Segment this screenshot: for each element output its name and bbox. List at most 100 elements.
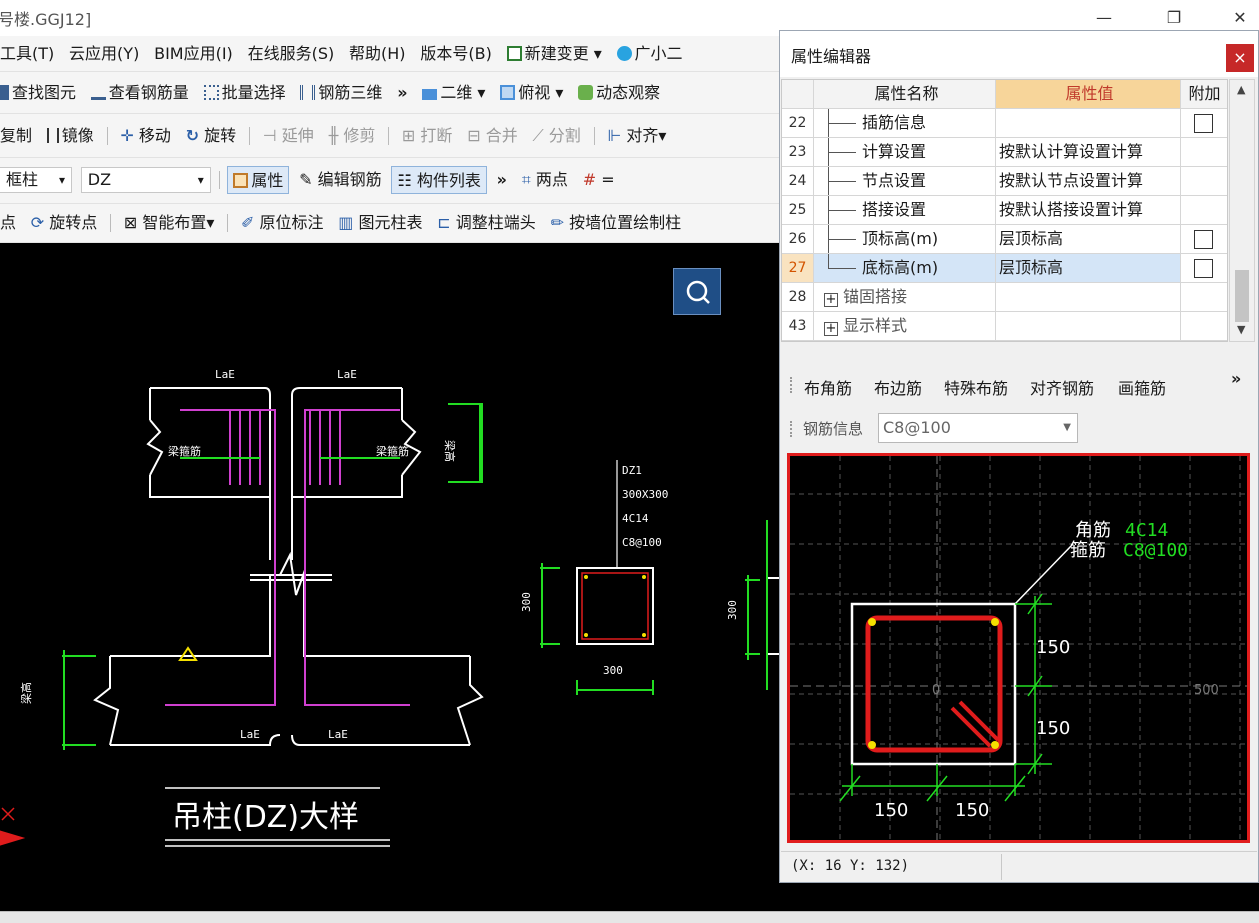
break-button[interactable]: ⊞ 打断: [397, 122, 458, 150]
property-name-cell[interactable]: 计算设置: [814, 138, 996, 166]
new-change-button[interactable]: 新建变更 ▾: [502, 40, 607, 68]
property-row[interactable]: 28 + 锚固搭接: [782, 283, 1227, 312]
scroll-up-icon[interactable]: ▲: [1237, 83, 1245, 96]
break-icon: ⊞: [401, 126, 416, 145]
toolbar-overflow-chevron[interactable]: »: [392, 79, 412, 107]
extra-cell: [1181, 225, 1227, 253]
assistant-button[interactable]: 广小二: [612, 40, 688, 68]
draw-stirrup-button[interactable]: 画箍筋: [1118, 375, 1166, 399]
batch-select-button[interactable]: 批量选择: [199, 79, 291, 107]
component-type-select[interactable]: ▾ 框柱: [0, 167, 72, 193]
property-value[interactable]: 按默认搭接设置计算: [996, 196, 1181, 224]
menu-online[interactable]: 在线服务(S): [243, 40, 340, 68]
adjust-column-end-button[interactable]: ⊏ 调整柱端头: [432, 209, 541, 237]
property-row[interactable]: 23 计算设置 按默认计算设置计算: [782, 138, 1227, 167]
rebar-toolbar-overflow[interactable]: »: [1231, 369, 1241, 388]
panel-status-bar: (X: 16 Y: 132): [781, 851, 1257, 881]
two-point-button[interactable]: ⌗ 两点: [517, 166, 573, 194]
property-name-cell[interactable]: 顶标高(m): [814, 225, 996, 253]
beam-stirrup-label: 梁箍筋: [168, 444, 201, 458]
scroll-down-icon[interactable]: ▼: [1237, 323, 1245, 336]
component-name-select[interactable]: ▾ DZ: [80, 167, 211, 193]
property-name-cell[interactable]: 插筋信息: [814, 109, 996, 137]
rebar-info-select[interactable]: C8@100 ▼: [878, 413, 1078, 443]
attach-checkbox[interactable]: [1194, 230, 1213, 249]
section-drawing[interactable]: 角筋 箍筋 150 150 150 150 4C14 C8@100 0 500: [787, 453, 1250, 843]
rotate-point-button[interactable]: ⟳ 旋转点: [26, 209, 103, 237]
mirror-button[interactable]: 镜像: [42, 122, 99, 150]
column-table-button[interactable]: ▥ 图元柱表: [333, 209, 427, 237]
grid-header: 属性名称 属性值 附加: [782, 80, 1227, 109]
merge-button[interactable]: ⊟ 合并: [462, 122, 523, 150]
property-row[interactable]: 26 顶标高(m) 层顶标高: [782, 225, 1227, 254]
view-direction-dropdown[interactable]: 俯视 ▾: [495, 79, 568, 107]
property-name-cell[interactable]: 底标高(m): [814, 254, 996, 282]
special-rebar-button[interactable]: 特殊布筋: [944, 375, 1008, 399]
attach-checkbox[interactable]: [1194, 259, 1213, 278]
align-dropdown[interactable]: ⊩ 对齐▾: [602, 122, 671, 150]
property-row[interactable]: 25 搭接设置 按默认搭接设置计算: [782, 196, 1227, 225]
dynamic-view-button[interactable]: 动态观察: [573, 79, 665, 107]
cube-icon: [500, 85, 516, 100]
property-name-cell[interactable]: + 锚固搭接: [814, 283, 996, 311]
property-value[interactable]: 按默认节点设置计算: [996, 167, 1181, 195]
separator: [106, 127, 108, 145]
property-value[interactable]: [996, 109, 1181, 137]
property-value[interactable]: [996, 283, 1181, 311]
document-icon: [506, 46, 522, 61]
header-value[interactable]: 属性值: [996, 80, 1181, 108]
toolbar-overflow-chevron[interactable]: »: [492, 166, 512, 194]
break-label: 打断: [420, 126, 453, 145]
menu-help[interactable]: 帮助(H): [344, 40, 411, 68]
property-name-cell[interactable]: 节点设置: [814, 167, 996, 195]
property-name-cell[interactable]: 搭接设置: [814, 196, 996, 224]
expand-plus-icon[interactable]: +: [824, 322, 838, 336]
header-name[interactable]: 属性名称: [814, 80, 996, 108]
property-row[interactable]: 27 底标高(m) 层顶标高: [782, 254, 1227, 283]
copy-button[interactable]: 复制: [0, 122, 37, 150]
view-rebar-label: 查看钢筋量: [108, 83, 189, 102]
draw-by-wall-button[interactable]: ✏ 按墙位置绘制柱: [546, 209, 687, 237]
panel-close-button[interactable]: ×: [1226, 44, 1254, 72]
extend-button[interactable]: ⊣ 延伸: [258, 122, 319, 150]
split-button[interactable]: ⟋ 分割: [527, 122, 585, 150]
component-list-toggle[interactable]: ☷ 构件列表: [391, 166, 487, 194]
property-value[interactable]: 层顶标高: [996, 225, 1181, 253]
menu-bim[interactable]: BIM应用(I): [149, 40, 238, 68]
property-row[interactable]: 22 插筋信息: [782, 109, 1227, 138]
dimension-dropdown[interactable]: 二维 ▾: [417, 79, 490, 107]
property-value[interactable]: 按默认计算设置计算: [996, 138, 1181, 166]
grid-scrollbar[interactable]: ▲ ▼: [1229, 79, 1255, 342]
rotate-button[interactable]: ↻ 旋转: [181, 122, 242, 150]
corner-rebar-button[interactable]: 布角筋: [804, 375, 852, 399]
property-row[interactable]: 24 节点设置 按默认节点设置计算: [782, 167, 1227, 196]
expand-plus-icon[interactable]: +: [824, 293, 838, 307]
rebar-3d-button[interactable]: 钢筋三维: [295, 79, 387, 107]
property-name-cell[interactable]: + 显示样式: [814, 312, 996, 340]
properties-toggle[interactable]: 属性: [227, 166, 290, 194]
edit-rebar-button[interactable]: ✎ 编辑钢筋: [294, 166, 387, 194]
smart-layout-dropdown[interactable]: ⊠ 智能布置▾: [119, 209, 220, 237]
property-row[interactable]: 43 + 显示样式: [782, 312, 1227, 341]
menu-version[interactable]: 版本号(B): [415, 40, 496, 68]
align-rebar-button[interactable]: 对齐钢筋: [1030, 375, 1094, 399]
attach-checkbox[interactable]: [1194, 114, 1213, 133]
move-button[interactable]: ✛ 移动: [115, 122, 176, 150]
point-button[interactable]: 点: [0, 209, 21, 237]
header-extra[interactable]: 附加: [1181, 80, 1227, 108]
menu-cloud[interactable]: 云应用(Y): [64, 40, 144, 68]
trim-button[interactable]: ╫ 修剪: [324, 122, 381, 150]
find-label: 查找图元: [12, 83, 77, 102]
property-value[interactable]: [996, 312, 1181, 340]
view-rebar-qty-button[interactable]: 查看钢筋量: [86, 79, 194, 107]
toolbar-draw: 点 ⟳ 旋转点 ⊠ 智能布置▾ ✐ 原位标注 ▥ 图元柱表 ⊏ 调整柱端头 ✏ …: [0, 204, 790, 243]
search-button[interactable]: [673, 268, 721, 315]
in-place-annotation-button[interactable]: ✐ 原位标注: [236, 209, 329, 237]
property-value[interactable]: 层顶标高: [996, 254, 1181, 282]
find-element-button[interactable]: 查找图元: [0, 79, 81, 107]
menu-tools[interactable]: 工具(T): [0, 40, 59, 68]
parallel-button[interactable]: # =: [578, 166, 620, 194]
axis-500-label: 500: [1194, 683, 1219, 698]
edge-rebar-button[interactable]: 布边筋: [874, 375, 922, 399]
scroll-thumb[interactable]: [1235, 270, 1249, 322]
